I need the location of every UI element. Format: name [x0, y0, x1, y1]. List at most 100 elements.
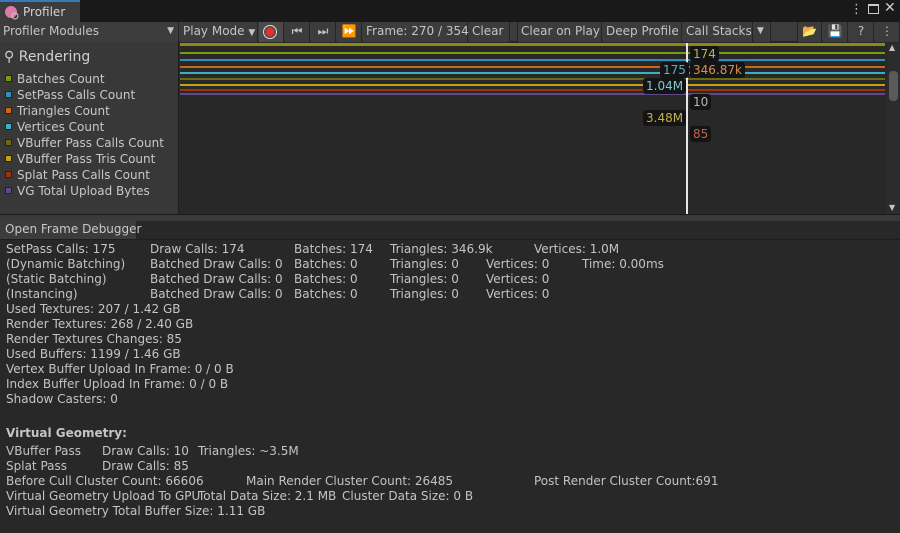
series-line [180, 59, 885, 61]
legend-item[interactable]: Vertices Count [5, 120, 104, 134]
stat-value: Batched Draw Calls: 0 [150, 272, 283, 286]
call-stacks-dropdown[interactable]: ▼ [754, 22, 771, 42]
close-icon[interactable]: ✕ [884, 0, 896, 16]
series-line [180, 78, 885, 80]
stat-value: Batches: 174 [294, 242, 373, 256]
stat-value: Triangles: 0 [390, 257, 459, 271]
clear-on-play-toggle[interactable]: Clear on Play [517, 22, 602, 42]
graph-scrollbar[interactable]: ▲ ▼ [887, 43, 900, 214]
cursor-value-label: 10 [690, 94, 712, 110]
help-button[interactable]: ? [849, 22, 874, 42]
stat-value: Triangles: 346.9k [390, 242, 493, 256]
stat-value: Vertices: 1.0M [534, 242, 620, 256]
stat-value: (Instancing) [6, 287, 78, 301]
step-forward-icon: ⏭ [317, 24, 329, 38]
call-stacks-toggle[interactable]: Call Stacks [683, 22, 753, 42]
cursor-value-label: 175 [660, 62, 689, 78]
save-button[interactable]: 💾 [823, 22, 848, 42]
scroll-thumb[interactable] [889, 71, 898, 101]
stat-line: Render Textures Changes: 85 [6, 332, 182, 346]
profiler-graph[interactable]: 174 175 346.87k 1.04M 10 3.48M 85 [180, 43, 887, 214]
stat-value: Batched Draw Calls: 0 [150, 287, 283, 301]
legend-label: Triangles Count [17, 104, 110, 118]
folder-open-icon: 📂 [802, 24, 817, 38]
cursor-value-label: 85 [690, 126, 712, 142]
vg-stat: Post Render Cluster Count:691 [534, 474, 719, 488]
step-back-icon: ⏮ [291, 24, 303, 38]
legend-item[interactable]: VBuffer Pass Tris Count [5, 152, 155, 166]
more-menu-button[interactable]: ⋮ [875, 22, 900, 42]
frame-counter: Frame: 270 / 354 [363, 22, 469, 42]
play-mode-dropdown[interactable]: Play Mode ▼ [180, 22, 258, 42]
module-title-rendering[interactable]: ⚲ Rendering [4, 49, 90, 65]
record-button[interactable] [259, 22, 284, 42]
legend-item[interactable]: Splat Pass Calls Count [5, 168, 150, 182]
legend-label: SetPass Calls Count [17, 88, 136, 102]
series-line [180, 84, 885, 86]
stat-line: Used Buffers: 1199 / 1.46 GB [6, 347, 181, 361]
scroll-down-icon[interactable]: ▼ [889, 203, 895, 212]
vg-stat: Splat Pass [6, 459, 67, 473]
legend-label: VBuffer Pass Tris Count [17, 152, 156, 166]
stat-line: Vertex Buffer Upload In Frame: 0 / 0 B [6, 362, 234, 376]
vg-stat: VBuffer Pass [6, 444, 81, 458]
maximize-icon[interactable] [868, 4, 879, 14]
stat-value: Draw Calls: 174 [150, 242, 245, 256]
stat-value: Triangles: 0 [390, 272, 459, 286]
profiler-icon [5, 6, 19, 20]
current-frame-button[interactable]: ⏩ [337, 22, 362, 42]
load-button[interactable]: 📂 [797, 22, 822, 42]
stat-value: (Dynamic Batching) [6, 257, 126, 271]
window-title: Profiler [23, 5, 66, 19]
record-icon [263, 25, 277, 39]
cursor-value-label: 3.48M [643, 110, 687, 126]
legend-label: Batches Count [17, 72, 105, 86]
cursor-value-label: 174 [690, 46, 719, 62]
legend-item[interactable]: Batches Count [5, 72, 105, 86]
cursor-value-label: 1.04M [643, 78, 687, 94]
splitter[interactable] [0, 214, 900, 221]
legend-label: VG Total Upload Bytes [17, 184, 150, 198]
legend-color-swatch [5, 107, 12, 114]
stat-line: Render Textures: 268 / 2.40 GB [6, 317, 194, 331]
vg-stat: Total Data Size: 2.1 MB [198, 489, 337, 503]
next-frame-button[interactable]: ⏭ [311, 22, 336, 42]
clear-button[interactable]: Clear [469, 22, 510, 42]
legend-color-swatch [5, 75, 12, 82]
vg-stat: Main Render Cluster Count: 26485 [246, 474, 454, 488]
stat-value: Vertices: 0 [486, 287, 550, 301]
help-icon: ? [857, 24, 865, 38]
stat-value: Time: 0.00ms [582, 257, 664, 271]
stat-line: Used Textures: 207 / 1.42 GB [6, 302, 181, 316]
series-line [180, 93, 885, 95]
stat-line: Index Buffer Upload In Frame: 0 / 0 B [6, 377, 229, 391]
rendering-icon: ⚲ [4, 49, 15, 65]
legend-color-swatch [5, 171, 12, 178]
legend-item[interactable]: VG Total Upload Bytes [5, 184, 150, 198]
profiler-modules-dropdown[interactable]: Profiler Modules ▼ [0, 22, 179, 42]
series-line [180, 72, 885, 74]
open-frame-debugger-button[interactable]: Open Frame Debugger [0, 221, 141, 239]
stat-value: Batches: 0 [294, 272, 358, 286]
profiler-tab[interactable]: Profiler [0, 0, 80, 22]
vg-stat: Before Cull Cluster Count: 66606 [6, 474, 204, 488]
stat-value: SetPass Calls: 175 [6, 242, 116, 256]
window-menu-icon[interactable]: ⋮ [850, 2, 863, 17]
legend-color-swatch [5, 155, 12, 162]
previous-frame-button[interactable]: ⏮ [285, 22, 310, 42]
legend-item[interactable]: VBuffer Pass Calls Count [5, 136, 164, 150]
stat-value: Triangles: 0 [390, 287, 459, 301]
legend-item[interactable]: SetPass Calls Count [5, 88, 135, 102]
stat-line: Shadow Casters: 0 [6, 392, 118, 406]
vg-stat: Triangles: ~3.5M [198, 444, 299, 458]
legend-color-swatch [5, 187, 12, 194]
scroll-up-icon[interactable]: ▲ [889, 43, 895, 52]
stat-value: Vertices: 0 [486, 272, 550, 286]
vg-stat: Draw Calls: 85 [102, 459, 189, 473]
legend-item[interactable]: Triangles Count [5, 104, 110, 118]
fast-forward-icon: ⏩ [341, 24, 357, 38]
stat-value: (Static Batching) [6, 272, 107, 286]
save-icon: 💾 [827, 24, 843, 38]
legend-label: VBuffer Pass Calls Count [17, 136, 164, 150]
deep-profile-toggle[interactable]: Deep Profile [603, 22, 682, 42]
